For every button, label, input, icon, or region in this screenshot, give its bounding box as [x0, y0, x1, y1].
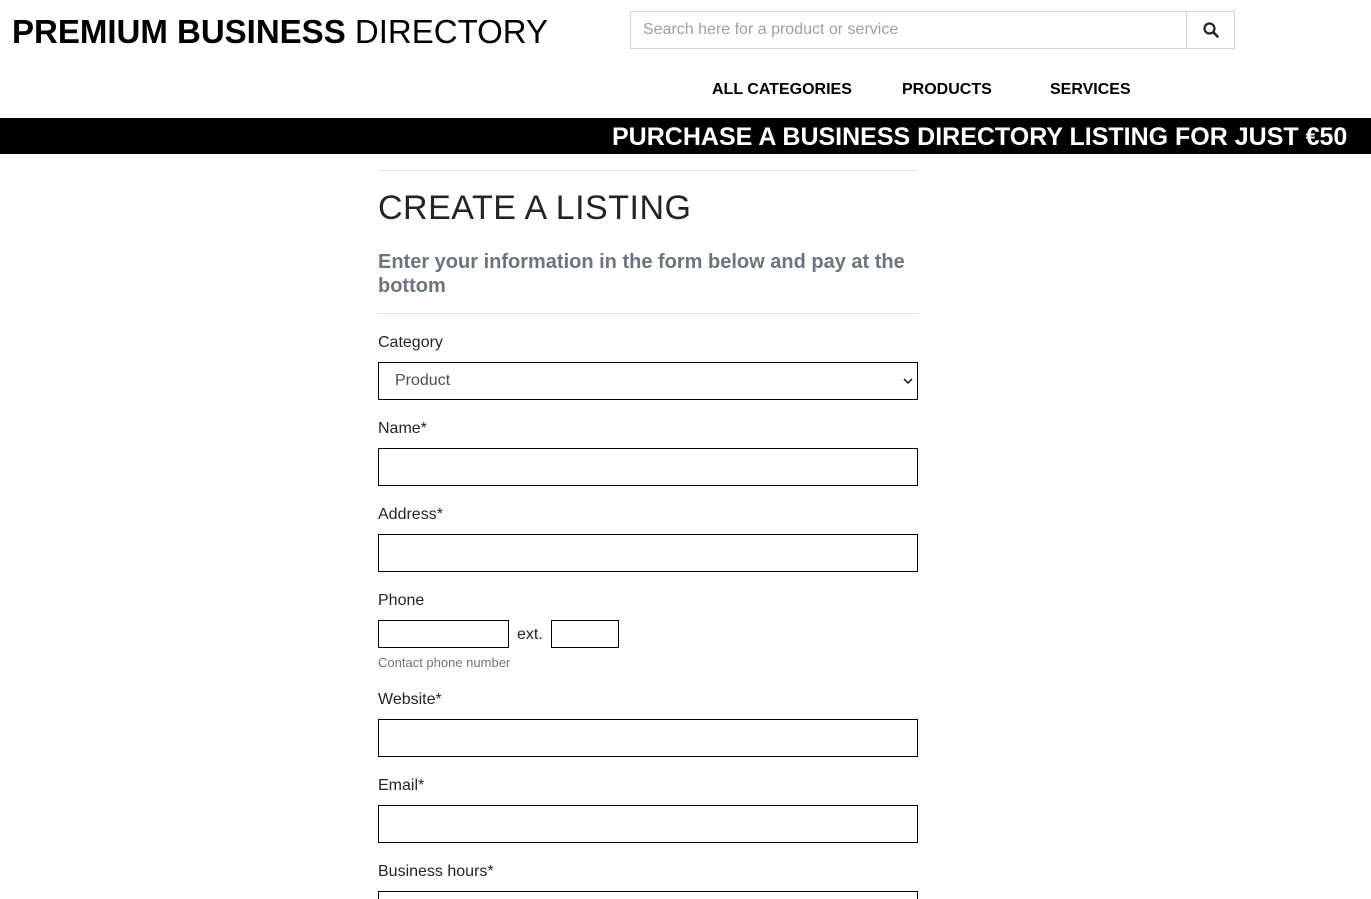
category-label: Category	[378, 334, 443, 351]
logo-light-text: DIRECTORY	[354, 13, 549, 50]
phone-input[interactable]	[378, 620, 509, 648]
email-label: Email*	[378, 777, 425, 794]
address-label: Address*	[378, 506, 443, 523]
website-label: Website*	[378, 691, 442, 708]
search-button[interactable]	[1186, 11, 1235, 49]
page-title: CREATE A LISTING	[378, 189, 692, 227]
business-hours-input[interactable]	[378, 891, 918, 899]
page-subtitle: Enter your information in the form below…	[378, 251, 905, 297]
nav-services[interactable]: SERVICES	[1050, 80, 1131, 100]
nav-all-categories[interactable]: ALL CATEGORIES	[712, 80, 852, 100]
promo-banner: PURCHASE A BUSINESS DIRECTORY LISTING FO…	[0, 118, 1371, 154]
category-selected-value: Product	[395, 372, 451, 389]
site-header: PREMIUM BUSINESS DIRECTORY ALL CATEGORIE…	[0, 0, 1371, 118]
website-input[interactable]	[378, 719, 918, 757]
name-input[interactable]	[378, 448, 918, 486]
name-label: Name*	[378, 420, 427, 437]
business-hours-label: Business hours*	[378, 863, 494, 880]
site-logo[interactable]: PREMIUM BUSINESS DIRECTORY	[12, 12, 548, 52]
phone-ext-input[interactable]	[551, 620, 619, 648]
nav-products[interactable]: PRODUCTS	[902, 80, 992, 100]
divider	[378, 170, 918, 171]
email-input[interactable]	[378, 805, 918, 843]
phone-label: Phone	[378, 592, 425, 609]
search-icon	[1202, 22, 1219, 38]
phone-ext-label: ext.	[517, 626, 543, 643]
category-select[interactable]: Product	[378, 362, 918, 400]
search-input[interactable]	[630, 11, 1186, 49]
phone-hint: Contact phone number	[378, 655, 511, 670]
search-bar	[630, 11, 1235, 49]
chevron-down-icon	[903, 377, 913, 384]
divider	[378, 313, 918, 314]
address-input[interactable]	[378, 534, 918, 572]
logo-bold-text: PREMIUM BUSINESS	[12, 13, 346, 50]
promo-banner-text: PURCHASE A BUSINESS DIRECTORY LISTING FO…	[612, 123, 1348, 151]
